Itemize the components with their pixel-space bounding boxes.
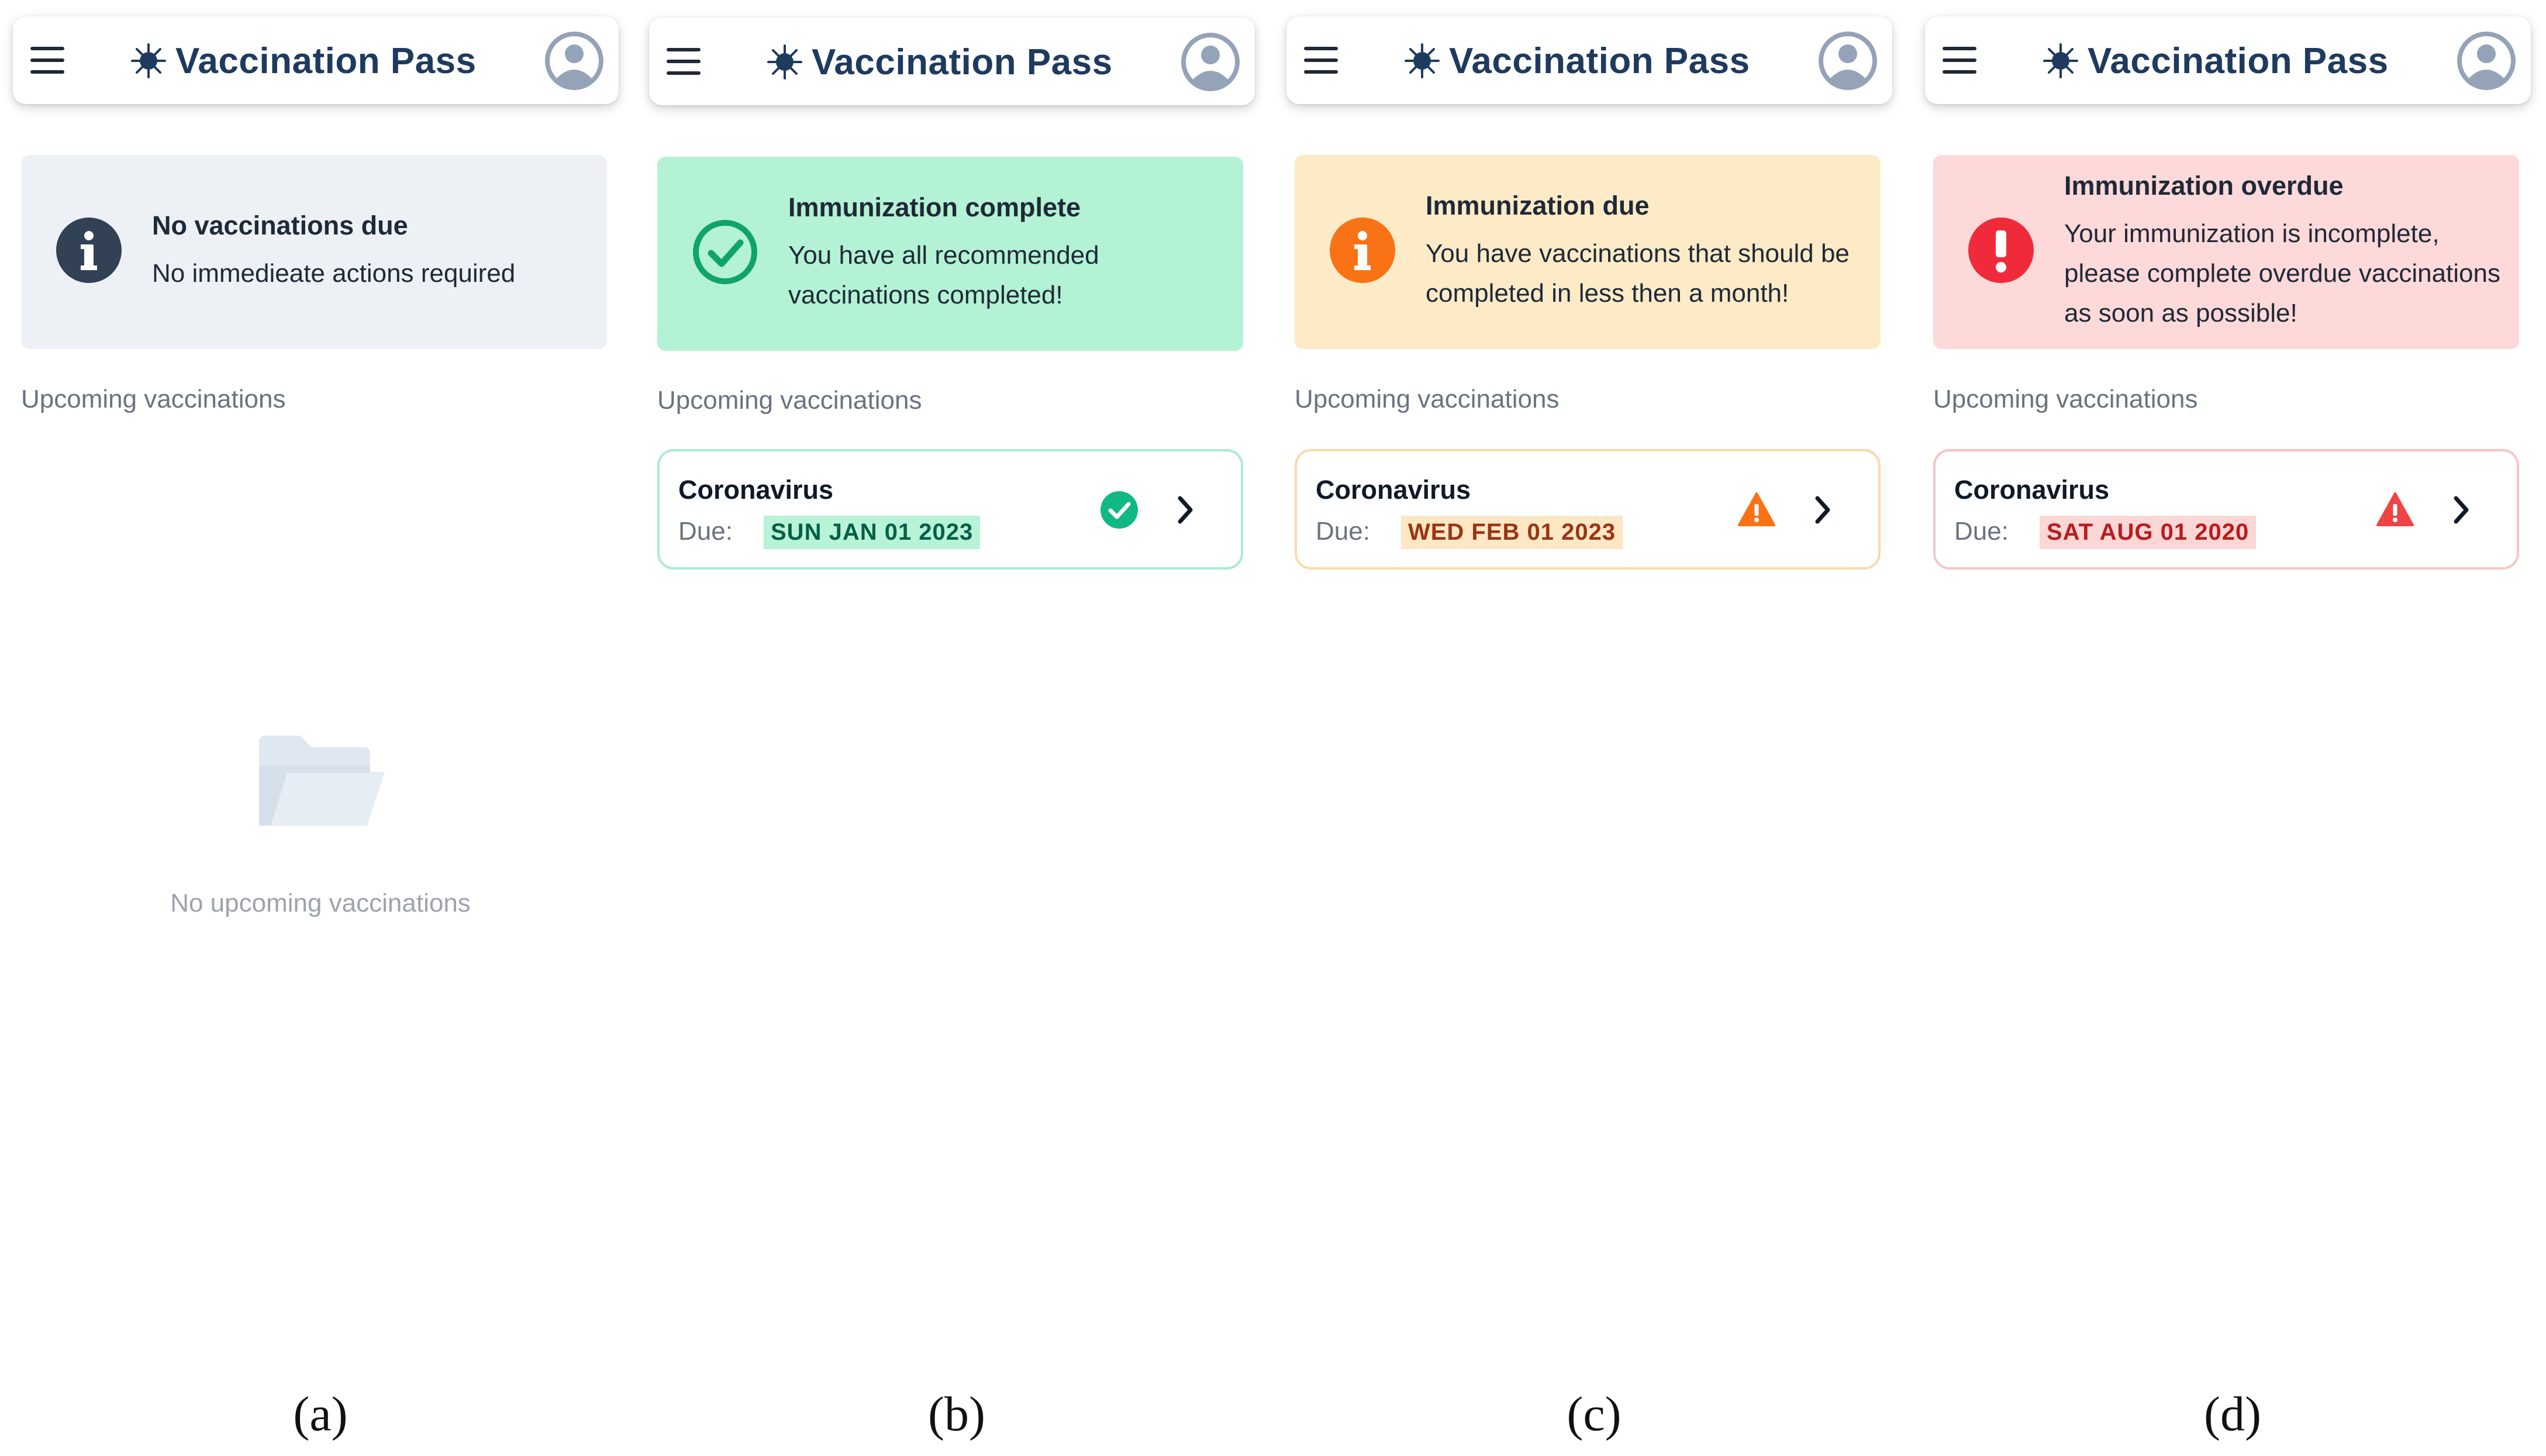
exclamation-circle-icon — [1968, 218, 2034, 283]
user-avatar-icon[interactable] — [545, 32, 603, 90]
vaccination-card[interactable]: Coronavirus Due: SUN JAN 01 2023 — [657, 449, 1243, 570]
hamburger-menu-icon[interactable] — [1943, 47, 1976, 74]
upcoming-vaccinations-label: Upcoming vaccinations — [657, 386, 922, 415]
app-title: Vaccination Pass — [812, 42, 1113, 82]
status-alert: No vaccinations due No immedieate action… — [21, 155, 607, 349]
app-title: Vaccination Pass — [175, 40, 477, 81]
hamburger-menu-icon[interactable] — [667, 48, 701, 75]
status-alert: Immunization due You have vaccinations t… — [1295, 155, 1881, 349]
alert-body: No immedieate actions required — [152, 259, 516, 288]
alert-title: No vaccinations due — [152, 211, 408, 240]
alert-title: Immunization complete — [788, 192, 1081, 222]
upcoming-vaccinations-label: Upcoming vaccinations — [1933, 385, 2198, 413]
chevron-right-icon[interactable] — [2450, 492, 2473, 527]
check-circle-icon — [1100, 491, 1138, 529]
user-avatar-icon[interactable] — [1181, 33, 1240, 91]
warning-icon — [1738, 492, 1775, 526]
virus-icon — [1405, 43, 1440, 78]
vaccination-card[interactable]: Coronavirus Due: SAT AUG 01 2020 — [1933, 449, 2519, 570]
empty-state: No upcoming vaccinations — [13, 731, 628, 918]
app-bar: Vaccination Pass — [1925, 16, 2531, 104]
figure-caption: (b) — [928, 1387, 985, 1441]
brand: Vaccination Pass — [1403, 37, 1750, 84]
virus-icon — [2043, 43, 2078, 78]
due-date-badge: SUN JAN 01 2023 — [764, 516, 981, 549]
app-bar: Vaccination Pass — [1286, 16, 1892, 104]
panel-d: Vaccination Pass Immunization overdue Yo… — [1925, 0, 2540, 1456]
brand: Vaccination Pass — [766, 39, 1113, 85]
check-circle-icon — [693, 220, 757, 284]
chevron-right-icon[interactable] — [1174, 492, 1198, 527]
due-label: Due: — [1954, 517, 2009, 546]
due-label: Due: — [1316, 517, 1370, 546]
alert-title: Immunization due — [1426, 191, 1650, 220]
panel-a: Vaccination Pass No vaccinations due No … — [13, 0, 628, 1456]
hamburger-menu-icon[interactable] — [30, 47, 64, 74]
figure-caption: (d) — [2204, 1387, 2261, 1441]
virus-icon — [767, 44, 802, 80]
folder-icon — [259, 736, 385, 826]
status-alert: Immunization overdue Your immunization i… — [1933, 155, 2519, 349]
vaccine-name: Coronavirus — [678, 475, 834, 505]
virus-icon — [131, 43, 166, 78]
app-bar: Vaccination Pass — [649, 18, 1255, 105]
due-date-badge: WED FEB 01 2023 — [1401, 516, 1623, 549]
figure-caption: (c) — [1567, 1387, 1622, 1441]
info-icon — [56, 218, 122, 283]
upcoming-vaccinations-label: Upcoming vaccinations — [1295, 385, 1560, 413]
app-title: Vaccination Pass — [1449, 40, 1750, 81]
vaccine-name: Coronavirus — [1954, 475, 2110, 505]
info-icon — [1330, 218, 1395, 283]
brand: Vaccination Pass — [130, 37, 477, 84]
vaccination-card[interactable]: Coronavirus Due: WED FEB 01 2023 — [1295, 449, 1881, 570]
alert-body: Your immunization is incomplete, please … — [2064, 219, 2501, 327]
panel-b: Vaccination Pass Immunization complete Y… — [649, 0, 1264, 1456]
warning-icon — [2376, 492, 2414, 526]
alert-body: You have vaccinations that should be com… — [1426, 239, 1850, 308]
brand: Vaccination Pass — [2042, 37, 2389, 84]
vaccine-name: Coronavirus — [1316, 475, 1471, 505]
status-alert: Immunization complete You have all recom… — [657, 157, 1243, 351]
alert-body: You have all recommended vaccinations co… — [788, 241, 1099, 309]
upcoming-vaccinations-label: Upcoming vaccinations — [21, 385, 286, 413]
panel-c: Vaccination Pass Immunization due You ha… — [1286, 0, 1902, 1456]
user-avatar-icon[interactable] — [1819, 32, 1877, 90]
chevron-right-icon[interactable] — [1812, 492, 1835, 527]
empty-state-text: No upcoming vaccinations — [170, 889, 471, 917]
app-title: Vaccination Pass — [2088, 40, 2389, 81]
due-date-badge: SAT AUG 01 2020 — [2040, 516, 2257, 549]
hamburger-menu-icon[interactable] — [1304, 47, 1338, 74]
figure-caption: (a) — [293, 1387, 348, 1441]
user-avatar-icon[interactable] — [2457, 32, 2516, 90]
app-bar: Vaccination Pass — [13, 16, 619, 104]
due-label: Due: — [678, 517, 733, 546]
alert-title: Immunization overdue — [2064, 171, 2344, 201]
